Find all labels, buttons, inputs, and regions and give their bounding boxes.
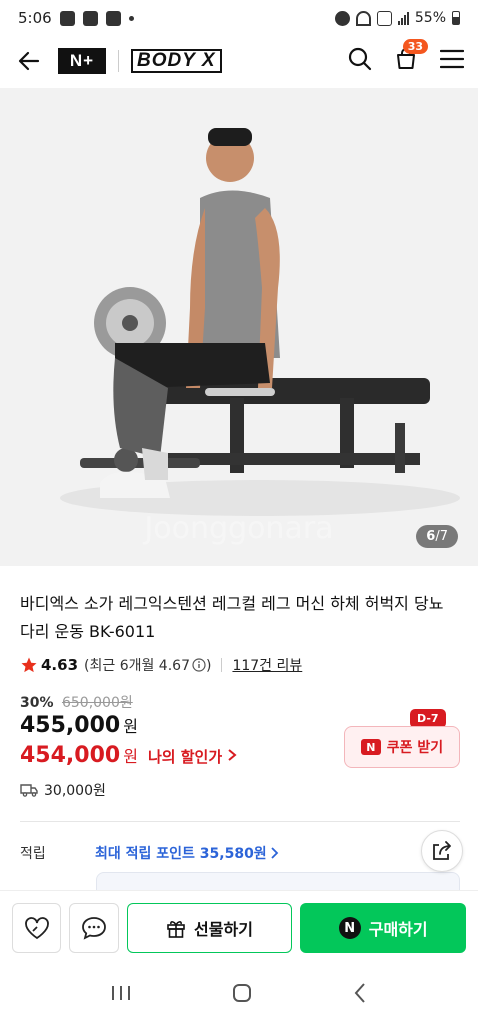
reviews-link[interactable]: 117건 리뷰 (232, 655, 302, 675)
gift-label: 선물하기 (194, 920, 253, 939)
rating-divider (221, 658, 223, 672)
sale-price-unit: 원 (123, 747, 138, 766)
price-row: 455,000 원 (20, 713, 138, 738)
gallery-page-indicator: 6/7 (416, 525, 458, 548)
my-sale-price-row[interactable]: 454,000 원 나의 할인가 (20, 743, 238, 768)
naver-plus-logo[interactable]: N+ (58, 48, 106, 74)
shipping-row: 30,000원 (20, 780, 106, 800)
gallery-current-page: 6 (426, 529, 436, 544)
status-bar: 5:06 55% (0, 0, 478, 36)
cart-button[interactable]: 33 (394, 39, 428, 75)
recent-apps-icon (111, 985, 130, 1000)
share-icon (433, 841, 451, 860)
chat-icon (82, 917, 106, 940)
gallery-total-pages: /7 (435, 529, 448, 544)
battery-icon (452, 11, 460, 25)
chevron-right-icon (271, 847, 278, 859)
recent-rating-close: ) (205, 658, 212, 674)
rating-row: 4.63 (최근 6개월 4.67) 117건 리뷰 (20, 655, 302, 675)
home-icon (232, 983, 251, 1002)
my-discount-label: 나의 할인가 (147, 748, 223, 766)
recent-rating: (최근 6개월 4.67) (84, 655, 211, 675)
points-row: 적립 최대 적립 포인트 35,580원 (20, 843, 460, 863)
recent-apps-button[interactable] (110, 984, 132, 1006)
discount-percent: 30% (20, 695, 54, 711)
brand-logo[interactable]: BODY X (131, 49, 222, 73)
search-button[interactable] (348, 47, 372, 75)
sigma-notification-icon (105, 10, 121, 26)
watermark-text: Joonggonara (142, 511, 333, 546)
star-icon (21, 657, 37, 673)
chevron-right-icon (228, 749, 237, 761)
battery-level: 55% (414, 10, 446, 26)
talk-button[interactable] (69, 903, 119, 953)
status-time: 5:06 (18, 9, 52, 27)
sale-price: 454,000 (20, 743, 121, 768)
wifi-icon (355, 10, 371, 26)
price-unit: 원 (123, 717, 138, 736)
signal-icon (397, 11, 409, 25)
coupon-button[interactable]: N 쿠폰 받기 (344, 726, 460, 768)
wishlist-button[interactable] (12, 903, 62, 953)
system-nav-bar (0, 965, 478, 1024)
search-icon (348, 47, 372, 71)
truck-icon (20, 784, 38, 797)
hd-icon (376, 10, 392, 26)
app-bar: N+ BODY X 33 (0, 36, 478, 86)
naver-pay-icon: N (338, 917, 361, 939)
more-notifications-icon (128, 15, 134, 21)
alarm-icon (334, 10, 350, 26)
buy-button[interactable]: N 구매하기 (300, 903, 466, 953)
recent-rating-text: (최근 6개월 4.67 (84, 658, 190, 674)
share-button[interactable] (421, 830, 463, 872)
heart-icon (24, 917, 49, 940)
price: 455,000 (20, 713, 121, 738)
product-photo: Joonggonara (0, 88, 478, 566)
back-button[interactable] (14, 46, 44, 76)
max-points-link[interactable]: 최대 적립 포인트 35,580원 (95, 843, 267, 863)
logo-divider (118, 50, 119, 72)
naver-coupon-icon: N (360, 739, 381, 755)
points-label: 적립 (20, 846, 46, 862)
product-image-carousel[interactable]: Joonggonara 6/7 (0, 88, 478, 566)
hamburger-menu-icon (439, 49, 465, 69)
info-icon[interactable] (192, 658, 206, 672)
product-title: 바디엑스 소가 레그익스텐션 레그컬 레그 머신 하체 허벅지 당뇨 다리 운동… (20, 594, 444, 641)
buy-label: 구매하기 (368, 920, 428, 939)
back-arrow-icon (18, 51, 40, 71)
discount-row: 30% 650,000원 (20, 692, 133, 712)
cart-count-badge: 33 (402, 39, 428, 54)
menu-button[interactable] (439, 49, 465, 73)
shipping-fee: 30,000원 (44, 783, 106, 799)
gift-button[interactable]: 선물하기 (126, 903, 293, 953)
notification-icon (59, 10, 75, 26)
gallery-notification-icon (82, 10, 98, 26)
original-price: 650,000원 (61, 695, 133, 711)
bottom-action-bar: 선물하기 N 구매하기 (0, 890, 478, 965)
home-button[interactable] (231, 982, 253, 1008)
rating-score: 4.63 (41, 656, 79, 674)
coupon-label: 쿠폰 받기 (386, 740, 444, 756)
gift-icon (167, 921, 185, 938)
back-nav-button[interactable] (352, 982, 368, 1008)
section-divider (20, 821, 460, 822)
back-chevron-icon (354, 982, 366, 1003)
